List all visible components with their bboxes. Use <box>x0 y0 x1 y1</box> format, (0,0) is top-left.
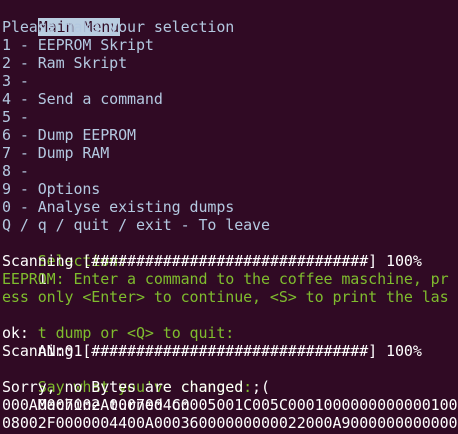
eeprom-prompt-line-1: EEPROM: Enter a command to the coffee ma… <box>2 270 449 288</box>
menu-title-line: Main Menu <box>2 0 121 36</box>
scan-progress-2: Scanning [##############################… <box>2 342 422 360</box>
no-bytes-changed-message: Sorry, no Bytes are changed ;( <box>2 378 270 396</box>
menu-item-quit: Q / q / quit / exit - To leave <box>2 216 270 234</box>
menu-item-6: 6 - Dump EEPROM <box>2 126 136 144</box>
menu-item-4: 4 - Send a command <box>2 90 163 108</box>
menu-item-3: 3 - <box>2 72 29 90</box>
terminal-window[interactable]: Main Menu Please make your selection 1 -… <box>0 0 458 434</box>
hex-dump-line-2: 08002F0000004400A00036000000000022000A90… <box>2 414 458 432</box>
hex-dump-line-1: 000A0007002A0007004C0005001C005C00010000… <box>2 396 458 414</box>
menu-item-7: 7 - Dump RAM <box>2 144 110 162</box>
changed-line: Say what you've changed: Machine turned … <box>2 360 252 414</box>
menu-item-0: 0 - Analyse existing dumps <box>2 198 235 216</box>
eeprom-prompt-tail: t dump or <Q> to quit: <box>37 324 235 342</box>
ok-response: ok: <box>2 324 29 342</box>
menu-subtitle: Please make your selection <box>2 18 235 36</box>
menu-item-8: 8 - <box>2 162 29 180</box>
menu-item-1: 1 - EEPROM Skript <box>2 36 154 54</box>
menu-item-5: 5 - <box>2 108 29 126</box>
menu-item-2: 2 - Ram Skript <box>2 54 128 72</box>
scan-progress-1: Scanning [##############################… <box>2 252 422 270</box>
selection-line: Selection: 1 <box>2 234 127 288</box>
eeprom-prompt-line-3: t dump or <Q> to quit: AN:01 <box>2 306 235 360</box>
eeprom-prompt-line-2: ess only <Enter> to continue, <S> to pri… <box>2 288 449 306</box>
menu-item-9: 9 - Options <box>2 180 101 198</box>
